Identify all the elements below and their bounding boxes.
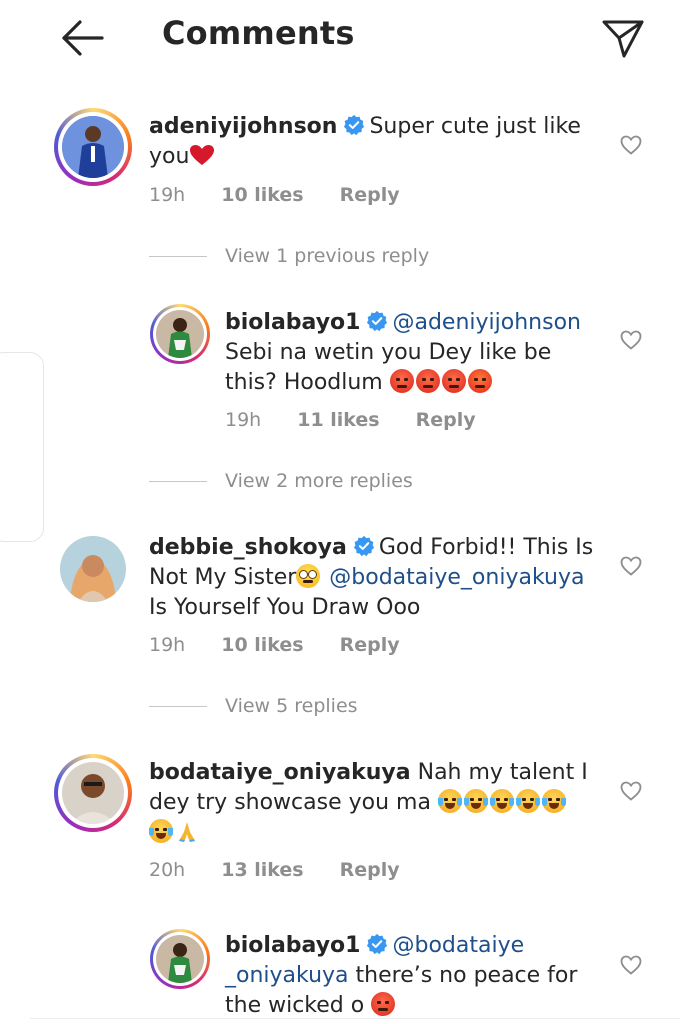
comment-text: you — [149, 144, 190, 169]
avatar[interactable] — [150, 929, 210, 989]
comment-username[interactable]: biolabayo1 — [225, 933, 360, 958]
comment-text: Super cute just like — [369, 114, 581, 139]
heart-icon[interactable] — [620, 330, 642, 350]
comment-text: the wicked o — [225, 993, 365, 1018]
verified-badge-icon — [367, 933, 388, 955]
paper-plane-icon[interactable] — [600, 16, 646, 60]
comment-time: 19h — [149, 634, 186, 656]
comment-time: 19h — [149, 184, 186, 206]
tears-of-joy-icon — [515, 789, 540, 813]
divider-line — [149, 480, 207, 483]
verified-badge-icon — [344, 114, 365, 136]
comment-text: Sebi na wetin you Dey like be — [225, 340, 552, 365]
mention-link[interactable]: @bodataiye_oniyakuya — [329, 565, 584, 590]
angry-face-icon — [415, 369, 440, 393]
reply-button[interactable]: Reply — [416, 409, 476, 431]
comment-username[interactable]: biolabayo1 — [225, 310, 360, 335]
comment-username[interactable]: debbie_shokoya — [149, 535, 347, 560]
verified-badge-icon — [367, 310, 388, 332]
comment-meta: 19h 10 likes Reply — [149, 634, 400, 656]
heart-icon[interactable] — [620, 955, 642, 975]
view-replies-button[interactable]: View 5 replies — [149, 695, 358, 721]
arrow-left-icon[interactable] — [58, 16, 108, 60]
tears-of-joy-icon — [541, 789, 566, 813]
comment-likes[interactable]: 11 likes — [297, 409, 379, 431]
view-replies-label: View 2 more replies — [225, 470, 413, 492]
view-replies-label: View 1 previous reply — [225, 245, 430, 267]
tears-of-joy-icon — [437, 789, 462, 813]
heart-icon[interactable] — [620, 135, 642, 155]
heart-icon[interactable] — [620, 556, 642, 576]
steaming-face-icon — [467, 369, 492, 393]
reply-button[interactable]: Reply — [340, 634, 400, 656]
avatar[interactable] — [54, 754, 132, 832]
tears-of-joy-icon — [489, 789, 514, 813]
avatar[interactable] — [60, 536, 126, 602]
eye-roll-face-icon — [296, 564, 321, 588]
comment-text: dey try showcase you ma — [149, 790, 431, 815]
mention-link[interactable]: _oniyakuya — [225, 963, 349, 988]
comment-text: Nah my talent I — [417, 760, 588, 785]
angry-face-icon — [389, 369, 414, 393]
avatar[interactable] — [54, 108, 132, 186]
verified-badge-icon — [353, 535, 374, 557]
comment-likes[interactable]: 13 likes — [221, 859, 303, 881]
divider-line — [30, 1018, 680, 1019]
comment-text: there’s no peace for — [355, 963, 578, 988]
divider-line — [149, 255, 207, 258]
comment-text: God Forbid!! This Is — [378, 535, 594, 560]
view-replies-button[interactable]: View 2 more replies — [149, 470, 413, 496]
comment-meta: 20h 13 likes Reply — [149, 859, 400, 881]
tears-of-joy-icon — [149, 819, 173, 843]
top-bar: Comments — [0, 0, 680, 80]
reply-button[interactable]: Reply — [340, 184, 400, 206]
comment-username[interactable]: bodataiye_oniyakuya — [149, 760, 411, 785]
mention-link[interactable]: @bodataiye — [392, 933, 524, 958]
comment-time: 19h — [225, 409, 262, 431]
view-replies-label: View 5 replies — [225, 695, 358, 717]
view-replies-button[interactable]: View 1 previous reply — [149, 245, 429, 271]
comment-time: 20h — [149, 859, 186, 881]
comment-meta: 19h 11 likes Reply — [225, 409, 476, 431]
side-drawer-handle[interactable] — [0, 352, 44, 542]
comment-meta: 19h 10 likes Reply — [149, 184, 400, 206]
angry-face-icon — [371, 992, 396, 1016]
comment-username[interactable]: adeniyijohnson — [149, 114, 337, 139]
avatar[interactable] — [150, 304, 210, 364]
comment-likes[interactable]: 10 likes — [221, 634, 303, 656]
angry-face-icon — [441, 369, 466, 393]
mention-link[interactable]: @adeniyijohnson — [392, 310, 581, 335]
comment-likes[interactable]: 10 likes — [221, 184, 303, 206]
comment-text: this? Hoodlum — [225, 370, 383, 395]
page-title: Comments — [162, 14, 355, 52]
reply-button[interactable]: Reply — [340, 859, 400, 881]
divider-line — [149, 705, 207, 708]
folded-hands-icon — [179, 822, 195, 842]
red-heart-icon — [190, 145, 215, 165]
comment-text: Not My Sister — [149, 565, 297, 590]
tears-of-joy-icon — [463, 789, 488, 813]
comment-text: Is Yourself You Draw Ooo — [149, 595, 421, 620]
heart-icon[interactable] — [620, 781, 642, 801]
